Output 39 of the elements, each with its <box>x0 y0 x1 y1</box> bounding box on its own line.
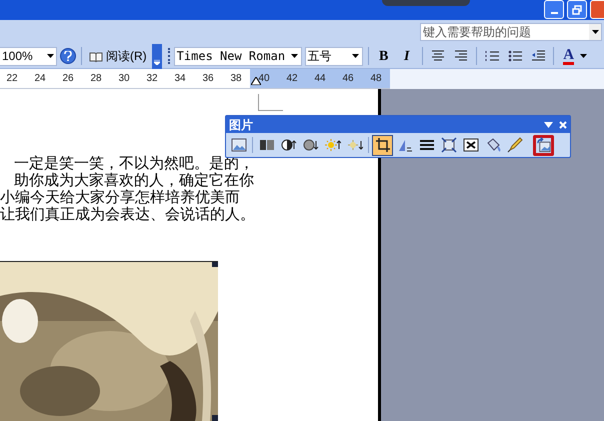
ruler-number: 26 <box>62 72 74 86</box>
ruler-number: 46 <box>342 72 354 86</box>
book-icon <box>89 50 103 62</box>
close-button[interactable] <box>590 0 604 19</box>
restore-icon <box>572 4 582 14</box>
toolbar-grip-icon[interactable] <box>168 48 171 64</box>
help-icon[interactable] <box>60 48 76 64</box>
restore-button[interactable] <box>567 0 587 19</box>
toolbar-options-icon[interactable] <box>152 44 162 68</box>
ruler-number: 42 <box>286 72 298 86</box>
font-color-button[interactable]: A <box>560 48 577 64</box>
ruler-number: 24 <box>34 72 46 86</box>
paragraph-line: 小编今天给大家分享怎样培养优美而 <box>0 189 241 206</box>
reading-button[interactable]: 阅读(R) <box>87 47 149 65</box>
paragraph-line: 让我们真正成为会表达、会说话的人。 <box>0 206 255 223</box>
ruler-number: 44 <box>314 72 326 86</box>
ruler-number: 48 <box>370 72 382 86</box>
ruler-number: 28 <box>90 72 102 86</box>
zoom-combo[interactable]: 100% <box>0 46 57 66</box>
ruler-number: 30 <box>118 72 130 86</box>
ruler-number: 36 <box>202 72 214 86</box>
crop-icon[interactable] <box>372 134 393 156</box>
minimize-button[interactable] <box>544 0 564 19</box>
ruler-number: 32 <box>146 72 158 86</box>
help-search-field[interactable]: 键入需要帮助的问题 <box>420 23 602 41</box>
ruler-number: 40 <box>258 72 270 86</box>
ruler-number: 34 <box>174 72 186 86</box>
paragraph-line: 助你成为大家喜欢的人，确定它在你 <box>13 172 255 189</box>
reset-picture-icon[interactable] <box>533 134 554 156</box>
ruler-number: 38 <box>230 72 242 86</box>
dropdown-arrow-icon[interactable] <box>580 54 587 58</box>
close-icon[interactable] <box>559 120 567 128</box>
ruler-number: 22 <box>6 72 18 86</box>
italic-button[interactable]: I <box>396 46 417 66</box>
bold-button[interactable]: B <box>374 46 394 66</box>
font-size-combo[interactable]: 五号 <box>304 46 363 66</box>
font-combo[interactable]: Times New Roman <box>174 46 302 66</box>
text-boundary-mark <box>258 94 283 111</box>
toolbar-title: 图片 <box>229 116 253 134</box>
